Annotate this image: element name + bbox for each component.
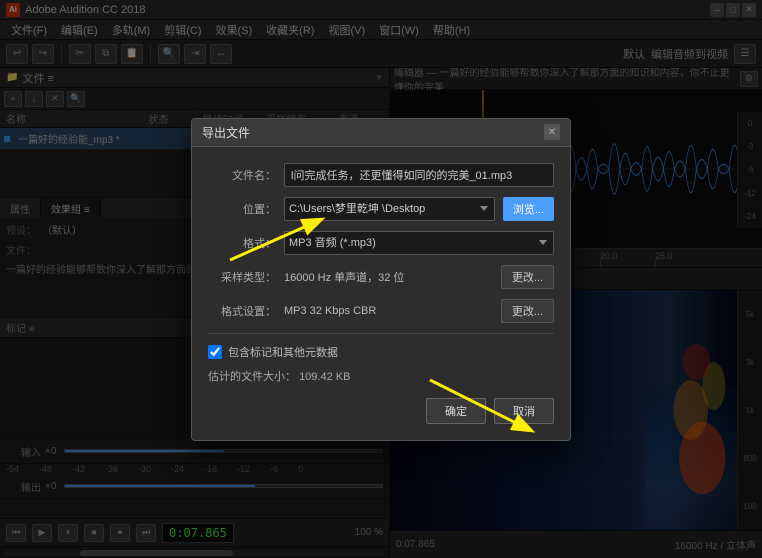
confirm-button[interactable]: 确定 <box>426 398 486 424</box>
metadata-checkbox-row: 包含标记和其他元数据 <box>208 344 554 360</box>
format-label: 格式： <box>208 235 276 251</box>
filename-row: 文件名： <box>208 163 554 187</box>
sample-value: 16000 Hz 单声道，32 位 <box>284 269 493 285</box>
location-select[interactable]: C:\Users\梦里乾坤 \Desktop <box>284 197 495 221</box>
browse-button[interactable]: 浏览... <box>503 197 554 221</box>
filesize-value: 109.42 KB <box>299 371 350 383</box>
format-settings-value: MP3 32 Kbps CBR <box>284 305 493 317</box>
export-dialog: 导出文件 ✕ 文件名： 位置： C:\Users\梦里乾坤 \Desktop 浏… <box>191 118 571 441</box>
format-select[interactable]: MP3 音频 (*.mp3) <box>284 231 554 255</box>
filesize-row: 估计的文件大小： 109.42 KB <box>208 368 554 384</box>
dialog-overlay: 导出文件 ✕ 文件名： 位置： C:\Users\梦里乾坤 \Desktop 浏… <box>0 0 762 558</box>
cancel-button[interactable]: 取消 <box>494 398 554 424</box>
metadata-checkbox-label: 包含标记和其他元数据 <box>228 344 338 360</box>
dialog-body: 文件名： 位置： C:\Users\梦里乾坤 \Desktop 浏览... 格式… <box>192 147 570 440</box>
location-row: 位置： C:\Users\梦里乾坤 \Desktop 浏览... <box>208 197 554 221</box>
format-row: 格式： MP3 音频 (*.mp3) <box>208 231 554 255</box>
sample-row: 采样类型： 16000 Hz 单声道，32 位 更改... <box>208 265 554 289</box>
format-settings-row: 格式设置： MP3 32 Kbps CBR 更改... <box>208 299 554 323</box>
dialog-divider <box>208 333 554 334</box>
dialog-titlebar: 导出文件 ✕ <box>192 119 570 147</box>
dialog-close-button[interactable]: ✕ <box>544 124 560 140</box>
filename-label: 文件名： <box>208 167 276 183</box>
dialog-title: 导出文件 <box>202 124 544 141</box>
format-settings-label: 格式设置： <box>208 303 276 319</box>
location-label: 位置： <box>208 201 276 217</box>
dialog-footer: 确定 取消 <box>208 398 554 424</box>
change-sample-button[interactable]: 更改... <box>501 265 554 289</box>
filename-input[interactable] <box>284 163 554 187</box>
metadata-checkbox[interactable] <box>208 345 222 359</box>
change-format-button[interactable]: 更改... <box>501 299 554 323</box>
sample-label: 采样类型： <box>208 269 276 285</box>
filesize-label: 估计的文件大小： <box>208 371 296 383</box>
